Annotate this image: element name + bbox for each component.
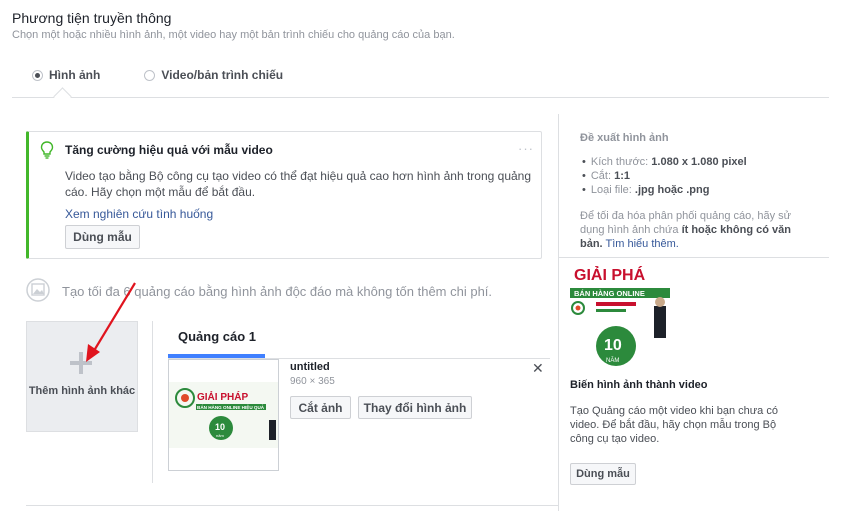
lightbulb-icon [40, 141, 54, 159]
spec-value: .jpg hoặc .png [634, 184, 710, 196]
promo-subline: BÁN HÀNG ONLINE [574, 289, 645, 298]
thumbnail-graphic: GIẢI PHÁP BÁN HÀNG ONLINE HIỆU QUẢ 10 nă… [169, 360, 278, 470]
annotation-arrow-icon [86, 282, 136, 362]
learn-more-link[interactable]: Tìm hiểu thêm. [603, 238, 678, 250]
list-item: Kích thước: 1.080 x 1.080 pixel [582, 155, 747, 169]
promo-headline: GIẢI PHÁ [574, 266, 646, 284]
thumb-headline: GIẢI PHÁP [197, 390, 248, 403]
tip-title: Tăng cường hiệu quả với mẫu video [65, 143, 273, 157]
recommendation-note: Để tối đa hóa phân phối quảng cáo, hãy s… [580, 209, 816, 251]
spec-label: Loại file: [590, 184, 635, 196]
vertical-separator [152, 321, 153, 483]
radio-option-video[interactable]: Video/bản trình chiếu [144, 68, 283, 82]
selection-notch [53, 87, 72, 106]
promo-image: GIẢI PHÁ BÁN HÀNG ONLINE 10 NĂM [570, 265, 670, 366]
promo-graphic: GIẢI PHÁ BÁN HÀNG ONLINE 10 NĂM [570, 265, 670, 366]
bottom-divider [26, 505, 558, 506]
use-template-button[interactable]: Dùng mẫu [65, 225, 140, 249]
tab-ad-1[interactable]: Quảng cáo 1 [178, 329, 256, 344]
radio-label-image: Hình ảnh [49, 68, 101, 82]
radio-label-video: Video/bản trình chiếu [161, 68, 284, 82]
radio-checked-icon[interactable] [32, 69, 43, 81]
spec-value: 1:1 [614, 170, 630, 182]
image-dimensions: 960 × 365 [290, 376, 335, 387]
media-type-selector: Hình ảnh Video/bản trình chiếu [32, 68, 309, 82]
recommendation-title: Đề xuất hình ảnh [580, 132, 669, 144]
promo-badge-text: NĂM [606, 357, 619, 364]
tip-body: Video tạo bằng Bộ công cụ tạo video có t… [65, 169, 532, 199]
remove-image-close-icon[interactable]: ✕ [532, 360, 544, 377]
recommendation-list: Kích thước: 1.080 x 1.080 pixel Cắt: 1:1… [582, 155, 747, 197]
section-title: Phương tiện truyền thông [12, 10, 172, 26]
crop-image-button[interactable]: Cắt ảnh [290, 396, 351, 419]
spec-value: 1.080 x 1.080 pixel [651, 156, 747, 168]
radio-option-image[interactable]: Hình ảnh [32, 68, 100, 82]
ad-image-thumbnail[interactable]: GIẢI PHÁP BÁN HÀNG ONLINE HIỆU QUẢ 10 nă… [168, 359, 279, 471]
add-image-label[interactable]: Thêm hình ảnh khác [26, 385, 138, 397]
thumb-badge-text: năm [216, 433, 224, 438]
promo-title: Biến hình ảnh thành video [570, 379, 708, 391]
divider [12, 97, 829, 98]
case-study-link[interactable]: Xem nghiên cứu tình huống [65, 207, 213, 221]
list-item: Loại file: .jpg hoặc .png [582, 183, 747, 197]
column-divider [558, 114, 559, 511]
image-icon [26, 278, 50, 302]
list-item: Cắt: 1:1 [582, 169, 747, 183]
change-image-button[interactable]: Thay đổi hình ảnh [358, 396, 472, 419]
promo-use-template-button[interactable]: Dùng mẫu [570, 463, 636, 485]
promo-body: Tạo Quảng cáo một video khi bạn chưa có … [570, 405, 778, 445]
spec-label: Cắt: [590, 170, 615, 182]
radio-unchecked-icon[interactable] [144, 69, 156, 81]
right-divider [558, 257, 829, 258]
thumb-subline: BÁN HÀNG ONLINE HIỆU QUẢ [197, 403, 265, 410]
section-subtitle: Chọn một hoặc nhiều hình ảnh, một video … [12, 29, 455, 41]
file-name: untitled [290, 361, 330, 373]
more-options-icon[interactable]: ··· [518, 141, 534, 156]
thumb-badge-number: 10 [215, 422, 225, 432]
promo-badge-number: 10 [604, 337, 622, 354]
spec-label: Kích thước: [590, 156, 652, 168]
